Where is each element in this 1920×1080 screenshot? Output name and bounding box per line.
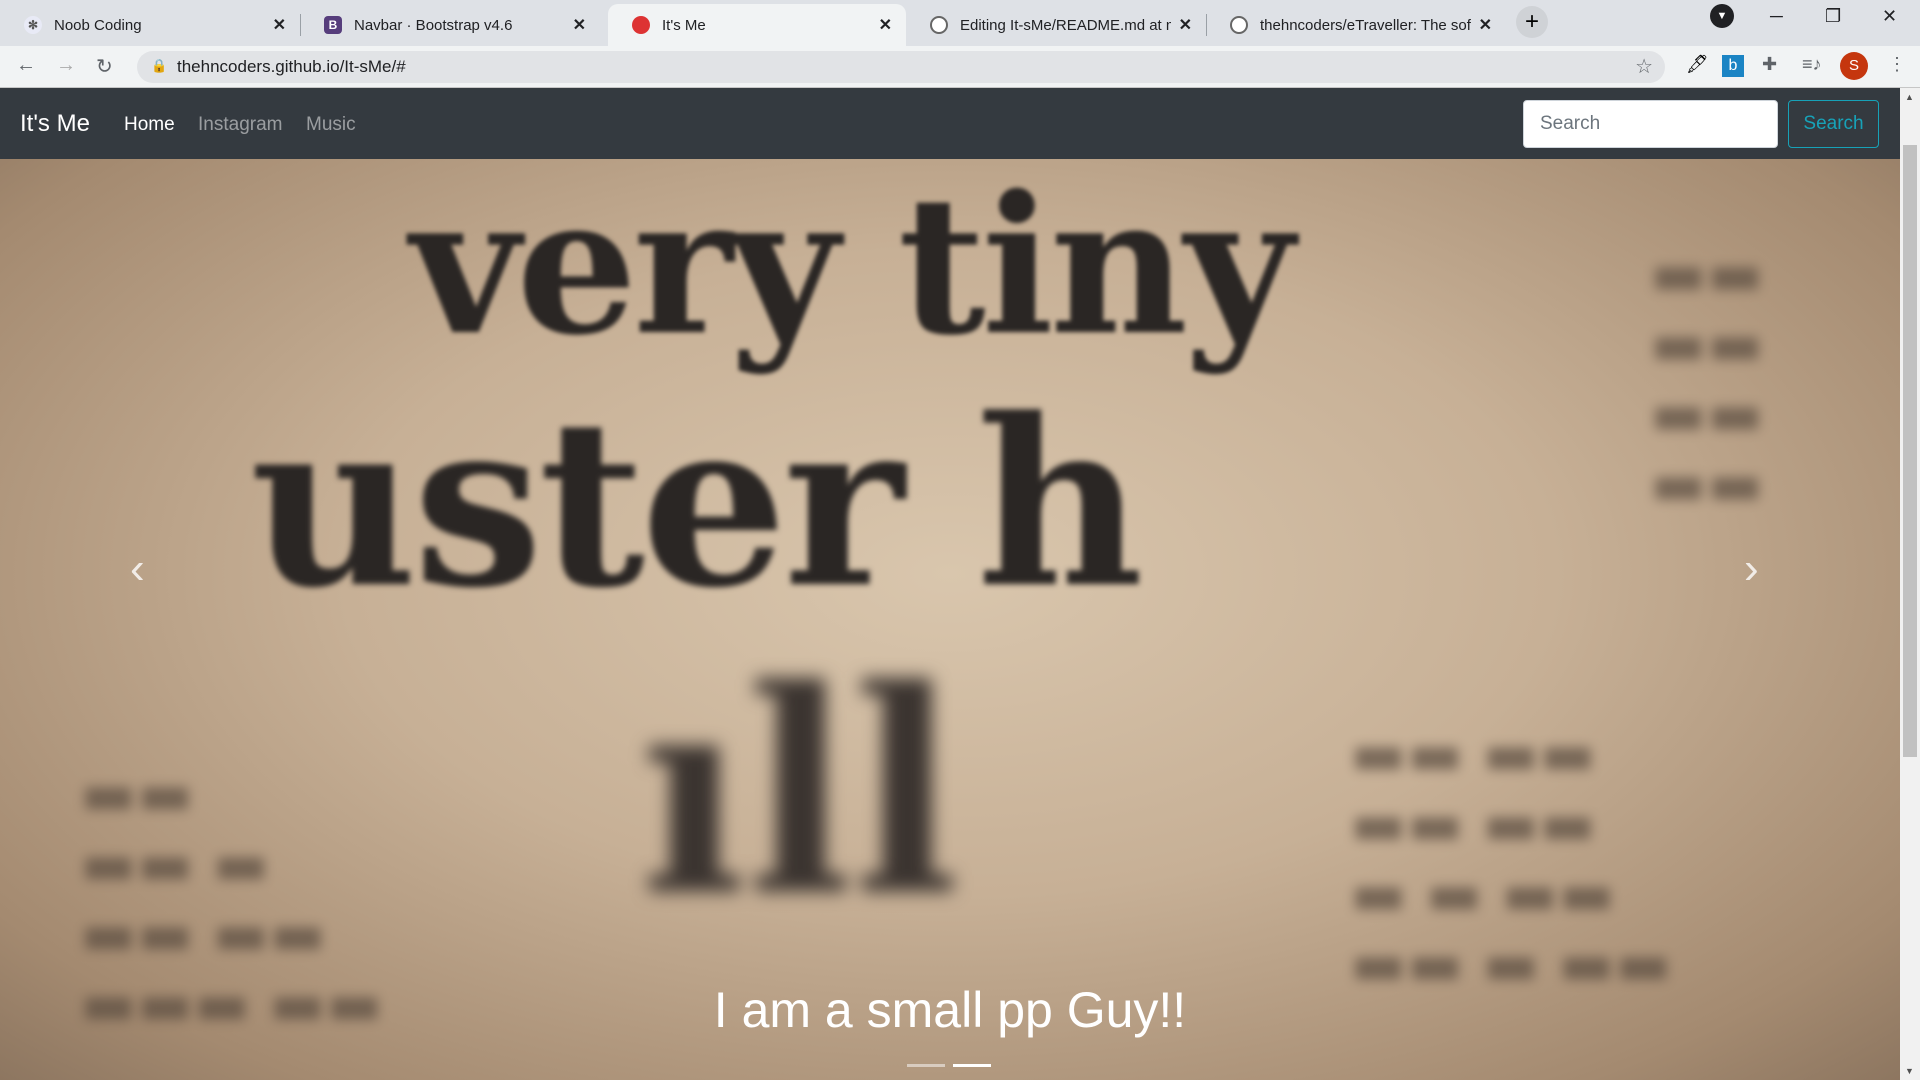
new-tab-button[interactable]: + xyxy=(1516,6,1548,38)
close-tab-icon[interactable]: ✕ xyxy=(1179,15,1192,35)
media-control-icon[interactable]: ≡♪ xyxy=(1802,54,1822,75)
tab-editing-readme[interactable]: Editing It-sMe/README.md at ma ✕ xyxy=(906,4,1206,46)
tab-strip: ✻ Noob Coding ✕ B Navbar · Bootstrap v4.… xyxy=(0,0,1920,46)
nav-link-music[interactable]: Music xyxy=(306,114,356,136)
eyedropper-extension-icon[interactable]: 🖋 xyxy=(1686,54,1709,75)
photo-text-line: very tiny xyxy=(410,159,1294,377)
bootstrap-favicon-icon: B xyxy=(324,16,342,34)
tab-title: thehncoders/eTraveller: The softw xyxy=(1260,16,1471,34)
forward-icon[interactable]: → xyxy=(56,54,76,77)
nav-link-instagram[interactable]: Instagram xyxy=(198,114,282,136)
close-tab-icon[interactable]: ✕ xyxy=(273,15,286,35)
photo-text-line: uster h xyxy=(250,369,1144,639)
close-window-button[interactable]: ✕ xyxy=(1882,6,1897,27)
reload-icon[interactable]: ↻ xyxy=(96,54,113,79)
maximize-button[interactable]: ❐ xyxy=(1825,6,1841,27)
tab-its-me[interactable]: It's Me ✕ xyxy=(608,4,906,46)
github-favicon-icon xyxy=(930,16,948,34)
tab-title: Editing It-sMe/README.md at ma xyxy=(960,16,1171,34)
tab-noob-coding[interactable]: ✻ Noob Coding ✕ xyxy=(0,4,300,46)
menu-kebab-icon[interactable]: ⋮ xyxy=(1888,54,1906,75)
nav-link-home[interactable]: Home xyxy=(124,114,175,136)
tab-search-icon[interactable]: ▼ xyxy=(1710,4,1734,28)
page-scrollbar[interactable]: ▲ ▼ xyxy=(1900,88,1920,1080)
search-input[interactable] xyxy=(1523,100,1778,148)
tab-title: Navbar · Bootstrap v4.6 xyxy=(354,16,513,34)
github-favicon-icon xyxy=(1230,16,1248,34)
minimize-button[interactable]: ─ xyxy=(1770,6,1783,27)
carousel: ▬▬ ▬▬ ▬▬ ▬▬ ▬▬ ▬▬ ▬ ▬▬ ▬▬ ▬▬▬ ▬▬ ▬▬ ▬▬ ▬▬ ▬▬ ▬ ▬… xyxy=(0,159,1900,1080)
close-tab-icon[interactable]: ✕ xyxy=(879,15,892,35)
carousel-indicator-2[interactable] xyxy=(953,1064,991,1067)
address-bar[interactable]: 🔒 thehncoders.github.io/It-sMe/# ☆ xyxy=(137,51,1665,83)
lock-icon: 🔒 xyxy=(151,58,168,73)
blurred-background-text: ▬▬ ▬▬ ▬▬ ▬▬ ▬ ▬ ▬▬ ▬▬ ▬ ▬▬ xyxy=(1350,719,1672,999)
site-navbar: It's Me Home Instagram Music Search xyxy=(0,88,1900,159)
carousel-indicator-1[interactable] xyxy=(907,1064,945,1067)
bookmark-star-icon[interactable]: ☆ xyxy=(1635,54,1653,79)
scrollbar-thumb[interactable] xyxy=(1903,145,1917,757)
photo-text-line: ıll xyxy=(640,629,960,958)
tab-bootstrap-navbar[interactable]: B Navbar · Bootstrap v4.6 ✕ xyxy=(300,4,600,46)
navbar-brand[interactable]: It's Me xyxy=(20,110,90,138)
carousel-next-icon[interactable]: › xyxy=(1744,544,1759,594)
url-text[interactable]: thehncoders.github.io/It-sMe/# xyxy=(177,57,406,77)
close-tab-icon[interactable]: ✕ xyxy=(573,15,586,35)
b-extension-icon[interactable]: b xyxy=(1722,55,1744,77)
toolbar: ← → ↻ 🔒 thehncoders.github.io/It-sMe/# ☆… xyxy=(0,46,1920,88)
profile-avatar[interactable]: S xyxy=(1840,52,1868,80)
search-button[interactable]: Search xyxy=(1788,100,1879,148)
blurred-background-text: ▬▬ ▬▬ ▬▬ ▬▬ xyxy=(1650,239,1764,519)
tab-etraveller[interactable]: thehncoders/eTraveller: The softw ✕ xyxy=(1206,4,1506,46)
tab-title: It's Me xyxy=(662,16,706,34)
tab-title: Noob Coding xyxy=(54,16,142,34)
extensions-puzzle-icon[interactable]: ✚ xyxy=(1762,54,1777,75)
carousel-prev-icon[interactable]: ‹ xyxy=(130,544,145,594)
close-tab-icon[interactable]: ✕ xyxy=(1479,15,1492,35)
scroll-up-icon[interactable]: ▲ xyxy=(1905,92,1914,102)
scroll-down-icon[interactable]: ▼ xyxy=(1905,1066,1914,1076)
carousel-caption: I am a small pp Guy!! xyxy=(713,982,1187,1038)
avatar-favicon-icon xyxy=(632,16,650,34)
back-icon[interactable]: ← xyxy=(16,54,36,77)
noob-coding-favicon-icon: ✻ xyxy=(24,16,42,34)
